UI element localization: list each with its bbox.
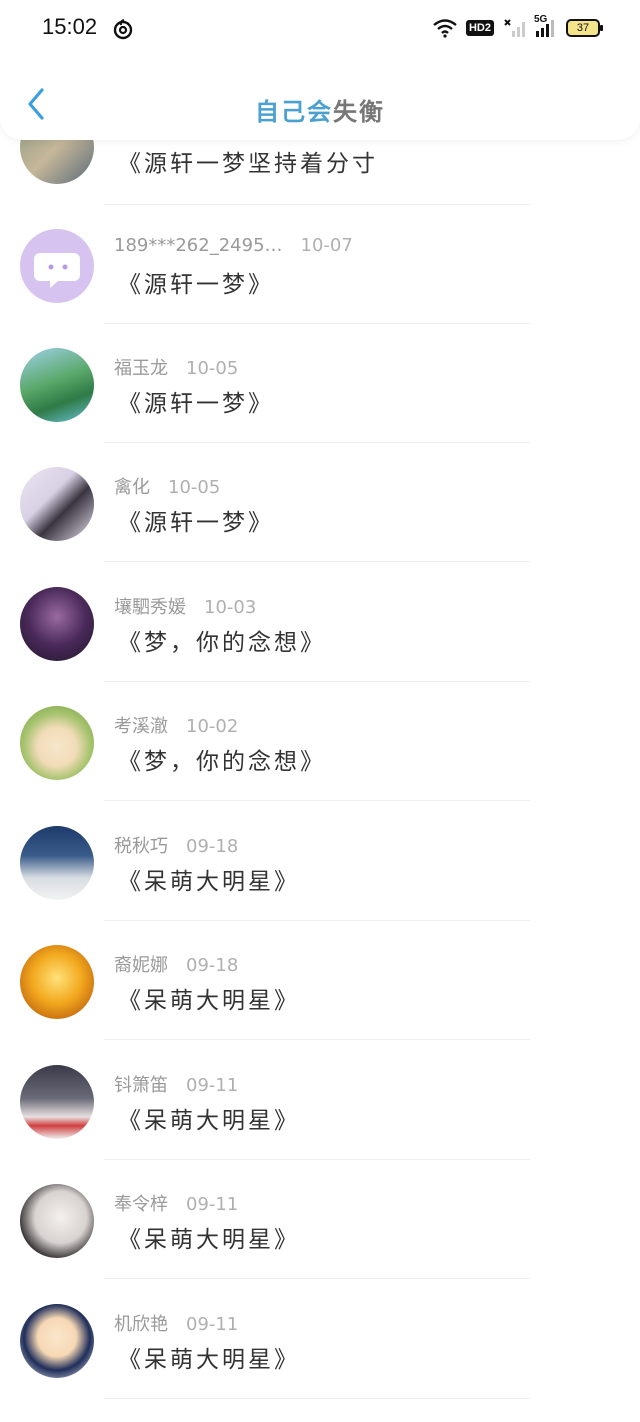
comment-text: 《呆萌大明星》 (118, 1227, 300, 1253)
list-item[interactable]: 壤駟秀媛 10-03 《梦，你的念想》 (0, 563, 640, 682)
comment-date: 10-07 (300, 235, 353, 256)
user-name[interactable]: 禽化 (114, 477, 150, 498)
divider (104, 800, 530, 801)
comment-text: 《呆萌大明星》 (118, 988, 300, 1014)
list-item[interactable]: 福玉龙 10-05 《源轩一梦》 (0, 324, 640, 443)
comment-date: 10-05 (168, 477, 221, 498)
list-item[interactable]: 钭箫笛 09-11 《呆萌大明星》 (0, 1041, 640, 1160)
system-icons: HD2 5G 37 (432, 14, 603, 40)
list-item[interactable]: 考溪澈 10-02 《梦，你的念想》 (0, 682, 640, 801)
avatar[interactable] (20, 467, 94, 541)
comment-meta: 钭箫笛 09-11 (114, 1071, 238, 1097)
user-name[interactable]: 机欣艳 (114, 1314, 168, 1335)
avatar[interactable] (20, 1184, 94, 1258)
page-title: 自己会失衡 (0, 92, 640, 127)
comment-date: 09-11 (186, 1194, 239, 1215)
avatar[interactable] (20, 587, 94, 661)
wifi-icon (433, 19, 457, 38)
user-name[interactable]: 裔妮娜 (114, 955, 168, 976)
comment-text: 《梦，你的念想》 (118, 749, 326, 775)
divider (104, 1039, 530, 1040)
list-item[interactable]: 税秋巧 09-18 《呆萌大明星》 (0, 802, 640, 921)
top-bar: 15:02 HD2 5G 37 自己会失衡 (0, 0, 640, 140)
comment-meta: 税秋巧 09-18 (114, 832, 238, 858)
clock: 15:02 (42, 14, 98, 39)
list-item[interactable]: 裔妮娜 09-18 《呆萌大明星》 (0, 921, 640, 1040)
nav-bar: 自己会失衡 (0, 74, 640, 134)
divider (104, 561, 530, 562)
comment-date: 09-18 (186, 836, 239, 857)
comment-text: 《源轩一梦》 (118, 391, 274, 417)
battery-icon: 37 (566, 19, 603, 37)
comment-text: 《呆萌大明星》 (118, 1108, 300, 1134)
comment-text: 《呆萌大明星》 (118, 1347, 300, 1373)
hd-voice-badge: HD2 (465, 20, 494, 36)
chat-bubble-icon (34, 253, 80, 288)
comment-text: 《源轩一梦》 (118, 510, 274, 536)
avatar[interactable] (20, 826, 94, 900)
avatar[interactable] (20, 348, 94, 422)
comment-text: 《源轩一梦坚持着分寸 (118, 151, 378, 177)
comment-meta: 机欣艳 09-11 (114, 1310, 238, 1336)
netease-music-icon (113, 19, 133, 40)
battery-level: 37 (576, 22, 590, 34)
comment-text: 《呆萌大明星》 (118, 869, 300, 895)
user-name[interactable]: 福玉龙 (114, 358, 168, 379)
comment-meta: 考溪澈 10-02 (114, 712, 238, 738)
comment-date: 10-03 (204, 597, 257, 618)
comment-date: 09-11 (186, 1075, 239, 1096)
comment-meta: 壤駟秀媛 10-03 (114, 593, 256, 619)
comment-date: 10-02 (186, 716, 239, 737)
user-name[interactable]: 壤駟秀媛 (114, 597, 186, 618)
divider (104, 1278, 530, 1279)
comment-meta: 奉令梓 09-11 (114, 1190, 238, 1216)
user-name[interactable]: 税秋巧 (114, 836, 168, 857)
avatar[interactable] (20, 1304, 94, 1378)
avatar[interactable] (20, 706, 94, 780)
comment-date: 09-11 (186, 1314, 239, 1335)
title-part1: 自己会 (255, 98, 333, 126)
signal-no-service-icon (504, 19, 525, 37)
list-item[interactable]: 奉令梓 09-11 《呆萌大明星》 (0, 1160, 640, 1279)
status-bar: 15:02 HD2 5G 37 (0, 0, 640, 56)
avatar[interactable] (20, 945, 94, 1019)
title-part2: 失衡 (333, 98, 385, 126)
user-name[interactable]: 钭箫笛 (114, 1075, 168, 1096)
comment-date: 10-05 (186, 358, 239, 379)
comment-text: 《梦，你的念想》 (118, 630, 326, 656)
signal-bars-icon (536, 20, 554, 37)
comment-date: 09-18 (186, 955, 239, 976)
list-item[interactable]: 禽化 10-05 《源轩一梦》 (0, 443, 640, 562)
avatar[interactable] (20, 1065, 94, 1139)
comment-meta: 禽化 10-05 (114, 473, 220, 499)
user-name[interactable]: 考溪澈 (114, 716, 168, 737)
comment-text: 《源轩一梦》 (118, 272, 274, 298)
comment-meta: 裔妮娜 09-18 (114, 951, 238, 977)
user-name[interactable]: 奉令梓 (114, 1194, 168, 1215)
divider (104, 1398, 530, 1399)
user-name[interactable]: 189***262_2495… (114, 235, 283, 256)
list-item[interactable]: 189***262_2495… 10-07 《源轩一梦》 (0, 205, 640, 324)
signal-5g: 5G (534, 14, 558, 38)
comment-meta: 189***262_2495… 10-07 (114, 235, 353, 256)
avatar[interactable] (20, 229, 94, 303)
list-item[interactable]: 机欣艳 09-11 《呆萌大明星》 (0, 1280, 640, 1399)
comment-meta: 福玉龙 10-05 (114, 354, 238, 380)
